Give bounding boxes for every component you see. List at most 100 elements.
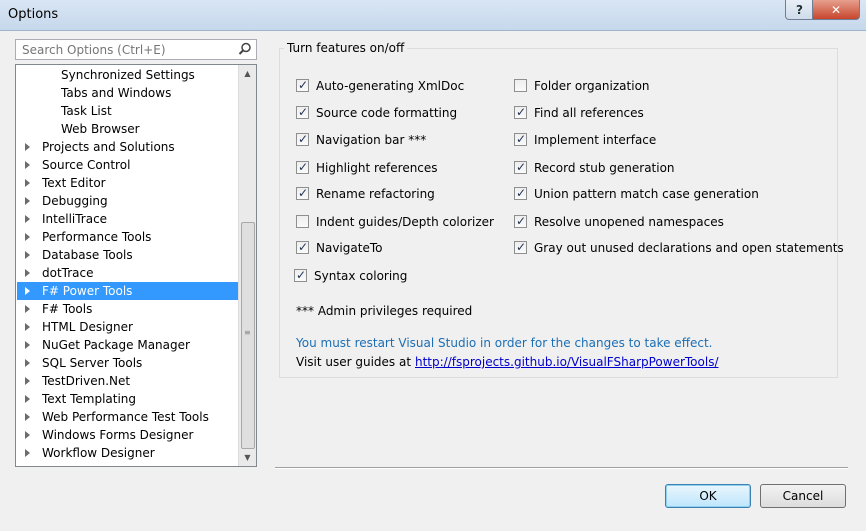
checkbox-checked-icon[interactable] — [296, 104, 309, 120]
ok-button[interactable]: OK — [665, 484, 751, 508]
checkbox-checked-icon[interactable] — [514, 239, 527, 255]
tree-item[interactable]: F# Tools — [17, 300, 238, 318]
tree-item-label: Projects and Solutions — [42, 140, 175, 154]
scrollbar-thumb[interactable]: ≡ — [241, 222, 255, 449]
tree-item[interactable]: Web Performance Test Tools — [17, 408, 238, 426]
tree-item[interactable]: Text Templating — [17, 390, 238, 408]
feature-label: Folder organization — [534, 79, 650, 93]
features-group-title: Turn features on/off — [284, 41, 408, 55]
tree-item[interactable]: HTML Designer — [17, 318, 238, 336]
feature-label: Source code formatting — [316, 106, 458, 120]
tree-item[interactable]: dotTrace — [17, 264, 238, 282]
title-bar: Options ? ✕ — [0, 0, 866, 31]
feature-label: NavigateTo — [316, 241, 383, 255]
tree-item-label: TestDriven.Net — [42, 374, 131, 388]
tree-item-label: Performance Tools — [42, 230, 152, 244]
expand-arrow-icon[interactable] — [25, 269, 30, 277]
feature-label: Auto-generating XmlDoc — [316, 79, 465, 93]
tree-item[interactable]: Projects and Solutions — [17, 138, 238, 156]
footer-divider — [275, 467, 848, 469]
tree-item[interactable]: Debugging — [17, 192, 238, 210]
tree-item[interactable]: Workflow Designer — [17, 444, 238, 462]
close-button[interactable]: ✕ — [812, 0, 860, 20]
tree-item-label: SQL Server Tools — [42, 356, 143, 370]
checkbox-checked-icon[interactable] — [514, 131, 527, 147]
checkbox-unchecked-icon[interactable] — [296, 215, 309, 228]
scroll-down-arrow-icon[interactable]: ▼ — [239, 449, 256, 466]
feature-label: Rename refactoring — [316, 187, 435, 201]
expand-arrow-icon[interactable] — [25, 215, 30, 223]
checkbox-checked-icon[interactable] — [296, 159, 309, 175]
tree-item[interactable]: Text Editor — [17, 174, 238, 192]
tree-item[interactable]: Database Tools — [17, 246, 238, 264]
checkbox-checked-icon[interactable] — [514, 104, 527, 120]
grip-icon: ≡ — [244, 328, 251, 337]
expand-arrow-icon[interactable] — [25, 341, 30, 349]
tree-item-label: Tabs and Windows — [61, 86, 172, 100]
expand-arrow-icon[interactable] — [25, 359, 30, 367]
expand-arrow-icon[interactable] — [25, 251, 30, 259]
tree-item-label: F# Tools — [42, 302, 93, 316]
expand-arrow-icon[interactable] — [25, 305, 30, 313]
search-input[interactable] — [20, 42, 234, 58]
tree-item[interactable]: Performance Tools — [17, 228, 238, 246]
expand-arrow-icon[interactable] — [25, 395, 30, 403]
tree-item[interactable]: Tabs and Windows — [17, 84, 238, 102]
search-icon[interactable] — [238, 42, 252, 56]
checkbox-checked-icon[interactable] — [296, 77, 309, 93]
tree-item-label: IntelliTrace — [42, 212, 108, 226]
admin-note: *** Admin privileges required — [296, 304, 473, 318]
tree-item-label: HTML Designer — [42, 320, 133, 334]
feature-label: Gray out unused declarations and open st… — [534, 241, 844, 255]
tree-item[interactable]: TestDriven.Net — [17, 372, 238, 390]
search-box[interactable] — [15, 39, 257, 60]
checkbox-unchecked-icon[interactable] — [514, 79, 527, 92]
tree-item-label: Synchronized Settings — [61, 68, 195, 82]
checkbox-checked-icon[interactable] — [296, 239, 309, 255]
expand-arrow-icon[interactable] — [25, 287, 30, 295]
tree-item[interactable]: Synchronized Settings — [17, 66, 238, 84]
checkbox-checked-icon[interactable] — [514, 213, 527, 229]
checkbox-checked-icon[interactable] — [296, 131, 309, 147]
checkbox-checked-icon[interactable] — [294, 267, 307, 283]
expand-arrow-icon[interactable] — [25, 431, 30, 439]
scroll-up-arrow-icon[interactable]: ▲ — [239, 65, 256, 82]
feature-label: Find all references — [534, 106, 644, 120]
feature-label: Union pattern match case generation — [534, 187, 759, 201]
tree-item-label: Web Performance Test Tools — [42, 410, 209, 424]
help-button[interactable]: ? — [785, 0, 814, 20]
tree-item[interactable]: Web Browser — [17, 120, 238, 138]
cancel-button[interactable]: Cancel — [760, 484, 846, 508]
tree-scrollbar[interactable]: ▲ ≡ ▼ — [238, 65, 256, 466]
expand-arrow-icon[interactable] — [25, 377, 30, 385]
guides-link[interactable]: http://fsprojects.github.io/VisualFSharp… — [415, 355, 719, 369]
options-tree[interactable]: Synchronized Settings Tabs and Windows Tas… — [15, 64, 257, 467]
tree-item[interactable]: SQL Server Tools — [17, 354, 238, 372]
feature-label: Syntax coloring — [314, 269, 408, 283]
expand-arrow-icon[interactable] — [25, 449, 30, 457]
checkbox-checked-icon[interactable] — [514, 185, 527, 201]
restart-warning: You must restart Visual Studio in order … — [296, 336, 713, 350]
expand-arrow-icon[interactable] — [25, 197, 30, 205]
expand-arrow-icon[interactable] — [25, 179, 30, 187]
guides-label: Visit user guides at — [296, 355, 412, 369]
expand-arrow-icon[interactable] — [25, 323, 30, 331]
expand-arrow-icon[interactable] — [25, 161, 30, 169]
expand-arrow-icon[interactable] — [25, 143, 30, 151]
tree-item[interactable]: IntelliTrace — [17, 210, 238, 228]
tree-item-label: Workflow Designer — [42, 446, 155, 460]
tree-item[interactable]: Windows Forms Designer — [17, 426, 238, 444]
checkbox-checked-icon[interactable] — [296, 185, 309, 201]
expand-arrow-icon[interactable] — [25, 413, 30, 421]
tree-item[interactable]: NuGet Package Manager — [17, 336, 238, 354]
tree-item[interactable]: Task List — [17, 102, 238, 120]
tree-item[interactable]: Source Control — [17, 156, 238, 174]
tree-item-label: Web Browser — [61, 122, 140, 136]
expand-arrow-icon[interactable] — [25, 233, 30, 241]
feature-label: Indent guides/Depth colorizer — [316, 215, 494, 229]
tree-item-label: Source Control — [42, 158, 131, 172]
tree-item[interactable]: F# Power Tools — [17, 282, 238, 300]
tree-item-label: Database Tools — [42, 248, 133, 262]
checkbox-checked-icon[interactable] — [514, 159, 527, 175]
feature-label: Resolve unopened namespaces — [534, 215, 724, 229]
